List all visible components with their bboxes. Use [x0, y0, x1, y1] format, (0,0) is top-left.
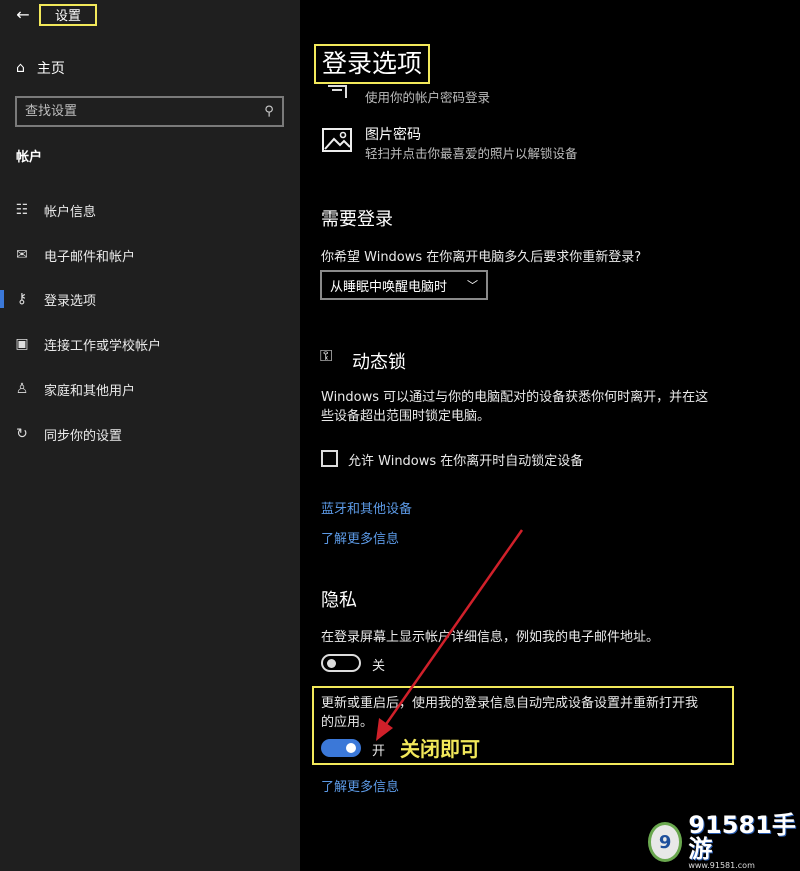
page-title: 登录选项: [314, 44, 431, 84]
dynamic-lock-checkbox[interactable]: [321, 450, 338, 467]
dynamic-lock-checkbox-label[interactable]: 允许 Windows 在你离开时自动锁定设备: [348, 450, 583, 469]
sidebar-item-label: 连接工作或学校帐户: [44, 338, 162, 354]
sidebar-item-label: 同步你的设置: [44, 428, 123, 444]
watermark-logo: 9: [648, 822, 683, 862]
back-arrow-icon[interactable]: ←: [12, 4, 34, 26]
password-desc: 使用你的帐户密码登录: [365, 90, 491, 105]
chevron-down-icon: ﹀: [467, 279, 478, 292]
sidebar-item-label: 家庭和其他用户: [44, 383, 136, 399]
dynamic-lock-icon: ⚿: [320, 346, 333, 365]
dynamic-lock-desc-line2: 些设备超出范围时锁定电脑。: [321, 409, 491, 424]
password-key-icon: [322, 84, 352, 104]
sidebar-item-label: 电子邮件和帐户: [44, 249, 136, 265]
dynamic-lock-desc-line1: Windows 可以通过与你的电脑配对的设备获悉你何时离开，并在这: [321, 390, 709, 405]
search-icon[interactable]: ⚲: [256, 104, 282, 119]
bluetooth-devices-link[interactable]: 蓝牙和其他设备: [321, 498, 412, 517]
sidebar: ← 设置 ⌂ 主页 ⚲ 帐户 ☷ 帐户信息 ✉ 电子邮件和帐户 ⚷ 登录选项 ▣…: [0, 0, 300, 871]
sidebar-item-family[interactable]: ♙ 家庭和其他用户: [0, 374, 300, 404]
picture-icon: [321, 127, 353, 153]
search-box[interactable]: ⚲: [15, 96, 284, 127]
toggle-knob: [346, 743, 356, 753]
picture-password-desc: 轻扫并点击你最喜爱的照片以解锁设备: [365, 146, 578, 161]
person-add-icon: ♙: [15, 381, 29, 397]
annotation-text: 关闭即可: [400, 737, 480, 761]
autofinish-desc-line2: 的应用。: [321, 715, 374, 730]
require-signin-heading: 需要登录: [321, 209, 393, 230]
main-panel: 登录选项 使用你的帐户密码登录 图片密码 轻扫并点击你最喜爱的照片以解锁设备 需…: [300, 0, 800, 871]
watermark-brand: 91581手游: [688, 811, 796, 863]
person-card-icon: ☷: [15, 202, 29, 218]
sync-icon: ↻: [16, 426, 28, 442]
dropdown-value: 从睡眠中唤醒电脑时: [330, 279, 448, 295]
autofinish-toggle-state: 开: [372, 744, 386, 759]
account-details-toggle[interactable]: [321, 654, 361, 672]
sidebar-item-email-accounts[interactable]: ✉ 电子邮件和帐户: [0, 240, 300, 270]
sidebar-item-sign-in-options[interactable]: ⚷ 登录选项: [0, 284, 300, 314]
watermark: 9 91581手游 www.91581.com: [648, 813, 798, 871]
home-icon: ⌂: [16, 60, 25, 76]
dynamic-lock-heading: 动态锁: [352, 352, 406, 373]
sidebar-item-sync[interactable]: ↻ 同步你的设置: [0, 419, 300, 449]
learn-more-link-privacy[interactable]: 了解更多信息: [321, 776, 399, 795]
autofinish-desc-line1: 更新或重启后，使用我的登录信息自动完成设备设置并重新打开我: [321, 696, 699, 711]
window-title: 设置: [39, 4, 98, 26]
watermark-text-group: 91581手游 www.91581.com: [688, 813, 798, 871]
sidebar-item-label: 帐户信息: [44, 204, 97, 220]
section-label: 帐户: [16, 150, 43, 165]
require-signin-dropdown[interactable]: 从睡眠中唤醒电脑时 ﹀: [320, 270, 488, 300]
search-input[interactable]: [17, 103, 256, 120]
key-icon: ⚷: [16, 291, 28, 307]
learn-more-link-dynamic-lock[interactable]: 了解更多信息: [321, 528, 399, 547]
sidebar-item-account-info[interactable]: ☷ 帐户信息: [0, 195, 300, 225]
home-label: 主页: [36, 61, 65, 77]
briefcase-icon: ▣: [15, 336, 29, 352]
account-details-toggle-state: 关: [372, 659, 386, 674]
mail-icon: ✉: [16, 247, 28, 263]
account-details-desc: 在登录屏幕上显示帐户详细信息，例如我的电子邮件地址。: [321, 630, 660, 645]
toggle-knob: [327, 659, 336, 668]
sidebar-item-home[interactable]: ⌂ 主页: [16, 58, 65, 78]
picture-password-title[interactable]: 图片密码: [365, 124, 421, 144]
require-signin-question: 你希望 Windows 在你离开电脑多久后要求你重新登录?: [321, 250, 642, 265]
sidebar-item-work-school[interactable]: ▣ 连接工作或学校帐户: [0, 329, 300, 359]
watermark-url: www.91581.com: [688, 861, 755, 870]
privacy-heading: 隐私: [321, 590, 357, 611]
autofinish-toggle[interactable]: [321, 739, 361, 757]
sidebar-item-label: 登录选项: [44, 293, 97, 309]
